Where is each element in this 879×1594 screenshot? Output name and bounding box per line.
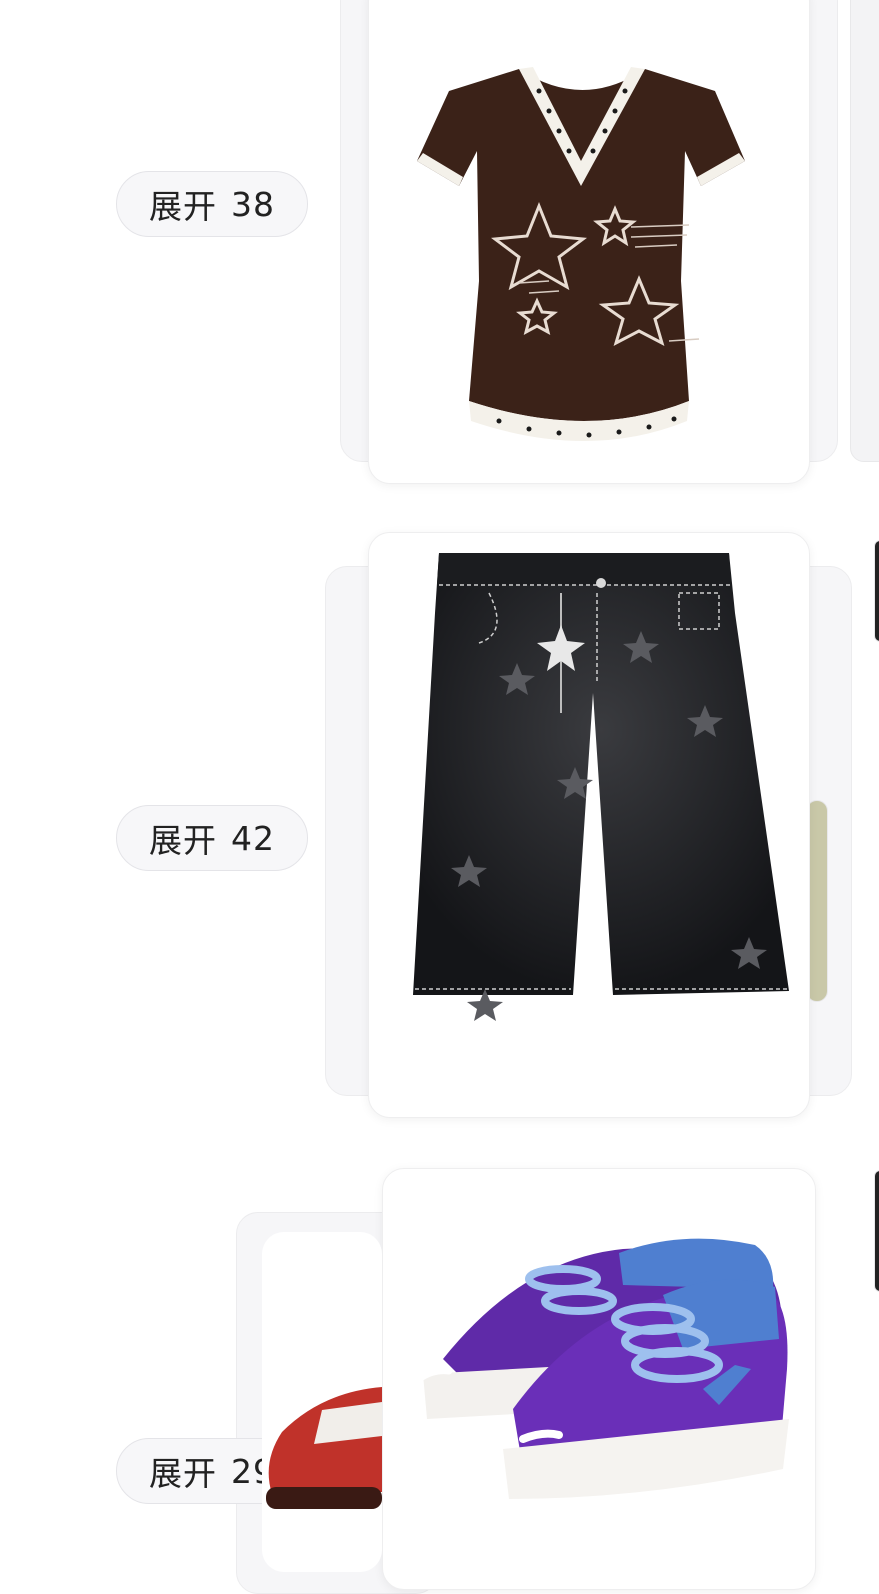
edge-card-right [850, 0, 879, 462]
outfit-group-shoes: 展开 29 [0, 1160, 879, 1594]
expand-button[interactable]: 展开 38 [116, 171, 308, 237]
edge-card-right [874, 1170, 879, 1292]
stacked-card-front-overlap [262, 1232, 382, 1572]
expand-label: 展开 [149, 821, 217, 860]
expand-count: 38 [231, 184, 275, 224]
red-sneaker-icon [266, 1387, 382, 1509]
outfit-group-bottom: 展开 42 [0, 520, 879, 1140]
expand-label: 展开 [149, 187, 217, 226]
product-card-bottom[interactable] [368, 532, 810, 1118]
product-card-top[interactable] [368, 0, 810, 484]
edge-card-right-2 [874, 540, 879, 642]
expand-count: 42 [231, 818, 275, 858]
brown-v-neck-star-tshirt-icon [417, 67, 745, 441]
expand-label: 展开 [149, 1454, 217, 1493]
black-star-denim-shorts-icon [413, 553, 789, 1021]
product-card-shoes[interactable] [382, 1168, 816, 1590]
outfit-group-top: 展开 38 [0, 0, 879, 500]
expand-button[interactable]: 展开 42 [116, 805, 308, 871]
purple-suede-sneakers-icon [415, 1238, 789, 1499]
